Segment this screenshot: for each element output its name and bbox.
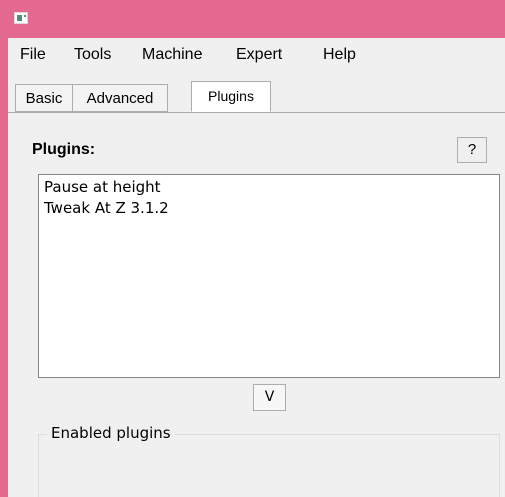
tab-advanced[interactable]: Advanced (72, 84, 168, 112)
available-plugins-list[interactable]: Pause at height Tweak At Z 3.1.2 (38, 174, 500, 378)
tab-basic[interactable]: Basic (15, 84, 73, 112)
add-plugin-button[interactable]: V (253, 384, 286, 411)
application-window: File Tools Machine Expert Help Basic Adv… (0, 0, 505, 497)
menu-bar: File Tools Machine Expert Help (8, 38, 505, 72)
title-bar[interactable] (0, 0, 505, 38)
tab-bar: Basic Advanced Plugins (8, 72, 505, 112)
plugin-list-item[interactable]: Tweak At Z 3.1.2 (44, 199, 169, 217)
menu-expert[interactable]: Expert (233, 44, 285, 66)
plugins-heading: Plugins: (32, 141, 96, 158)
enabled-plugins-group: Enabled plugins (38, 424, 500, 497)
menu-tools[interactable]: Tools (71, 44, 114, 66)
tab-plugins[interactable]: Plugins (191, 81, 271, 112)
menu-machine[interactable]: Machine (139, 44, 205, 66)
menu-file[interactable]: File (17, 44, 49, 66)
enabled-plugins-label: Enabled plugins (47, 424, 175, 442)
app-icon[interactable] (14, 12, 28, 24)
help-button[interactable]: ? (457, 137, 487, 163)
plugin-list-item[interactable]: Pause at height (44, 178, 161, 196)
menu-help[interactable]: Help (320, 44, 359, 66)
